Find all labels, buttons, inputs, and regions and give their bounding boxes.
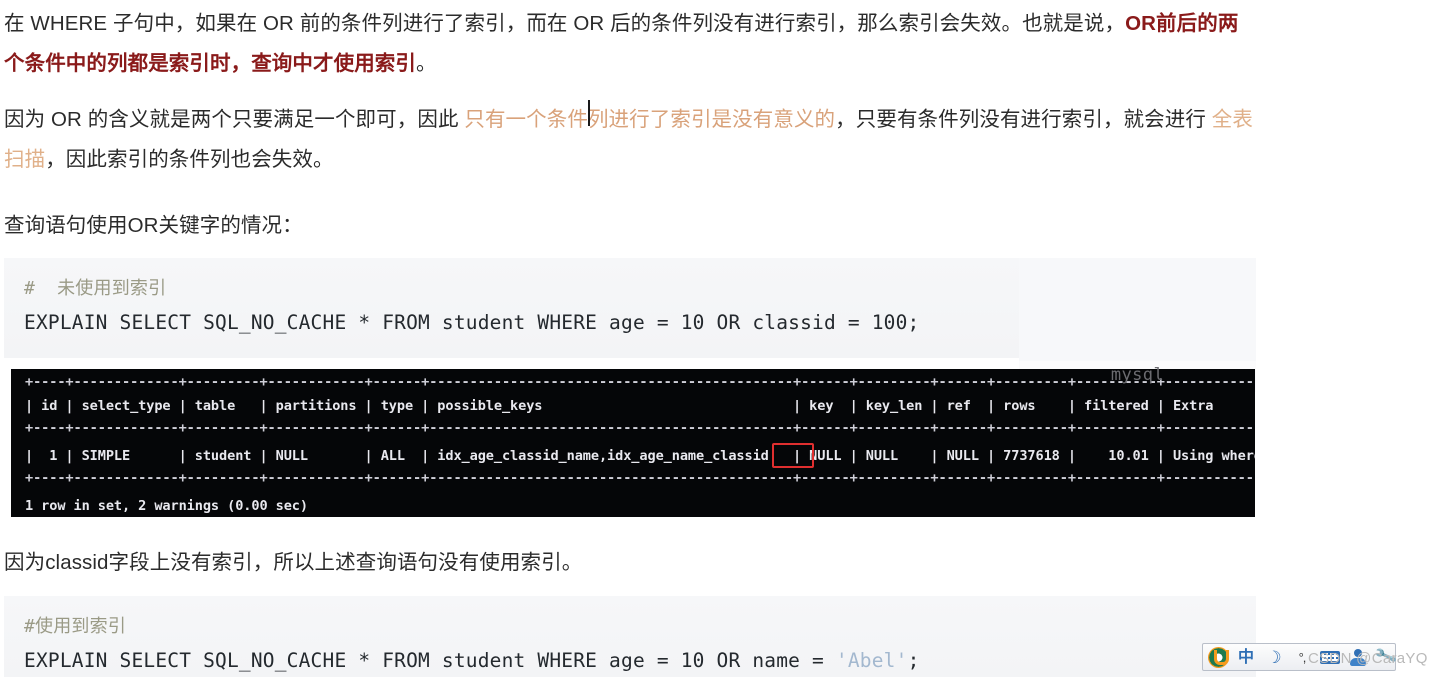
code-block-used-index[interactable]: #使用到索引 EXPLAIN SELECT SQL_NO_CACHE * FRO… <box>4 596 1256 677</box>
terminal-data-row: | 1 | SIMPLE | student | NULL | ALL | id… <box>25 448 1255 464</box>
code-sql-line-2: EXPLAIN SELECT SQL_NO_CACHE * FROM stude… <box>24 644 1236 678</box>
article-page: 在 WHERE 子句中，如果在 OR 前的条件列进行了索引，而在 OR 后的条件… <box>0 0 1437 677</box>
code-sql-string: 'Abel' <box>835 649 908 672</box>
paragraph-2-text-b: ，只要有条件列没有进行索引，就会进行 <box>835 108 1212 131</box>
code-sql-suffix: ; <box>907 649 920 672</box>
code-comment-line-2: #使用到索引 <box>24 616 127 637</box>
wrench-icon[interactable]: 🔧 <box>1372 643 1400 671</box>
terminal-output-explain: +----+-------------+---------+----------… <box>11 369 1255 517</box>
paragraph-3: 查询语句使用OR关键字的情况： <box>4 214 303 237</box>
code-fence-panel <box>1019 258 1256 362</box>
null-key-highlight-box <box>772 443 814 468</box>
terminal-header-row: | id | select_type | table | partitions … <box>25 398 1255 414</box>
soft-keyboard-icon[interactable] <box>1319 646 1341 668</box>
terminal-rule-bottom: +----+-------------+---------+----------… <box>25 470 1255 486</box>
chinese-mode-icon[interactable]: 中 <box>1235 646 1257 668</box>
sogou-logo-icon[interactable] <box>1207 646 1229 668</box>
code-sql-prefix: EXPLAIN SELECT SQL_NO_CACHE * FROM stude… <box>24 649 836 672</box>
terminal-rule-mid: +----+-------------+---------+----------… <box>25 420 1255 436</box>
punctuation-icon[interactable]: °, <box>1291 646 1313 668</box>
text-caret <box>588 100 590 126</box>
ime-toolbar[interactable]: 中 ☽ °, 🔧 <box>1202 643 1398 671</box>
paragraph-2-text-a: 因为 OR 的含义就是两个只要满足一个即可，因此 <box>4 108 465 131</box>
paragraph-4: 因为classid字段上没有索引，所以上述查询语句没有使用索引。 <box>4 551 583 574</box>
paragraph-2-highlight-1: 只有一个条件列进行了索引是没有意义的 <box>464 108 836 131</box>
moon-icon[interactable]: ☽ <box>1263 646 1285 668</box>
paragraph-1-text-a: 在 WHERE 子句中，如果在 OR 前的条件列进行了索引，而在 OR 后的条件… <box>4 12 1126 35</box>
paragraph-1: 在 WHERE 子句中，如果在 OR 前的条件列进行了索引，而在 OR 后的条件… <box>4 4 1256 84</box>
paragraph-2-text-c: ，因此索引的条件列也会失效。 <box>45 148 334 171</box>
paragraph-1-text-b: 。 <box>416 52 437 75</box>
paragraph-2: 因为 OR 的含义就是两个只要满足一个即可，因此 只有一个条件列进行了索引是没有… <box>4 100 1256 180</box>
code-language-label: mysql <box>1110 365 1165 385</box>
user-icon[interactable] <box>1347 646 1369 668</box>
terminal-status-line: 1 row in set, 2 warnings (0.00 sec) <box>25 498 308 514</box>
